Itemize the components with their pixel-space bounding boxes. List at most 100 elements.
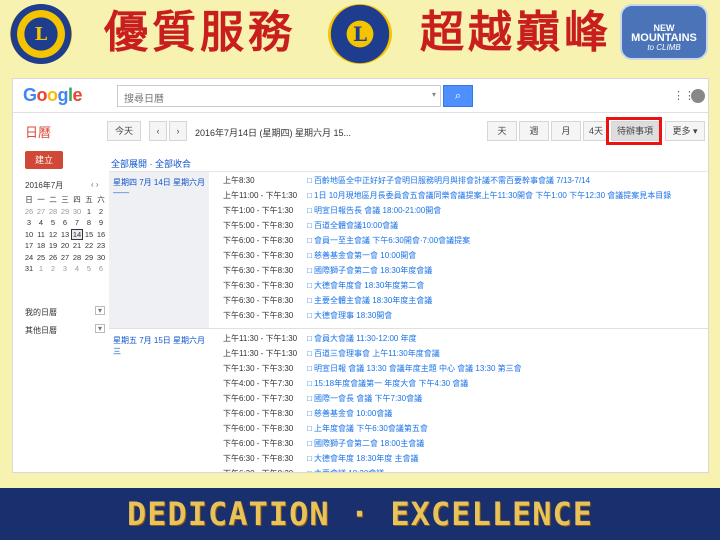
- event-title[interactable]: □ 明宣日報告長 會議 18:00-21:00開會: [307, 205, 441, 216]
- search-button[interactable]: ⌕: [443, 85, 473, 107]
- event-title[interactable]: □ 百齡地區全中正好好子會明日服務明月與排會計議不需百要幹事會議 7/13-7/…: [307, 175, 590, 186]
- mini-calendar-day[interactable]: 1: [83, 206, 95, 218]
- event-title[interactable]: □ 國際獅子會第二會 18:30年度會議: [307, 265, 432, 276]
- agenda-event[interactable]: 下午6:30 - 下午8:30 □ 主要會議 18:30會議: [109, 468, 708, 472]
- agenda-event[interactable]: 下午6:00 - 下午8:30 □ 慈善基金會 10:00會議: [109, 408, 708, 423]
- mini-calendar-day[interactable]: 31: [23, 263, 35, 275]
- mini-calendar-day[interactable]: 19: [47, 240, 59, 252]
- agenda-event[interactable]: 下午6:00 - 下午8:30 □ 上年度會議 下午6:30會議第五會: [109, 423, 708, 438]
- mini-calendar-day[interactable]: 27: [59, 252, 71, 264]
- mini-calendar-day[interactable]: 3: [23, 217, 35, 229]
- next-button[interactable]: ›: [169, 121, 187, 141]
- agenda-event[interactable]: 下午6:30 - 下午8:30 □ 大德會年度會 18:30年度第二會: [109, 280, 708, 295]
- chevron-down-icon[interactable]: ▾: [95, 306, 105, 315]
- event-title[interactable]: □ 明宣日報 會議 13:30 會議年度主題 中心 會議 13:30 第三會: [307, 363, 522, 374]
- event-title[interactable]: □ 百道全體會議10:00會議: [307, 220, 398, 231]
- google-logo[interactable]: Google: [23, 85, 83, 106]
- agenda-event[interactable]: 下午1:00 - 下午1:30 □ 明宣日報告長 會議 18:00-21:00開會: [109, 205, 708, 220]
- mini-calendar-day[interactable]: 4: [35, 217, 47, 229]
- agenda-event[interactable]: 下午6:30 - 下午8:30 □ 主要全體主會議 18:30年度主會議: [109, 295, 708, 310]
- agenda-event[interactable]: 下午6:00 - 下午7:30 □ 國際一會長 會議 下午7:30會議: [109, 393, 708, 408]
- event-title[interactable]: □ 主要全體主會議 18:30年度主會議: [307, 295, 432, 306]
- event-title[interactable]: □ 慈善基金會第一會 10:00開會: [307, 250, 416, 261]
- agenda-event[interactable]: 下午5:00 - 下午8:30 □ 百道全體會議10:00會議: [109, 220, 708, 235]
- mini-calendar-day[interactable]: 30: [71, 206, 83, 218]
- mini-calendar-day[interactable]: 17: [23, 240, 35, 252]
- agenda-event[interactable]: 下午6:30 - 下午8:30 □ 慈善基金會第一會 10:00開會: [109, 250, 708, 265]
- mini-calendar-day[interactable]: 22: [83, 240, 95, 252]
- event-title[interactable]: □ 主要會議 18:30會議: [307, 468, 384, 472]
- agenda-event[interactable]: 上午11:00 - 下午1:30 □ 1日 10月現地區月長委員會五會議同樂會議提…: [109, 190, 708, 205]
- view-month-button[interactable]: 月: [551, 121, 581, 141]
- create-button[interactable]: 建立: [25, 151, 63, 169]
- mini-calendar-day[interactable]: 26: [23, 206, 35, 218]
- mini-calendar-day[interactable]: 7: [71, 217, 83, 229]
- agenda-event[interactable]: 上午11:30 - 下午1:30 □ 會員大會議 11:30-12:00 年度: [109, 333, 708, 348]
- event-title[interactable]: □ 大德會年度會 18:30年度第二會: [307, 280, 424, 291]
- mini-calendar-day[interactable]: 15: [83, 229, 95, 241]
- mini-calendar-nav[interactable]: ‹ ›: [91, 180, 99, 189]
- mini-calendar-day[interactable]: 21: [71, 240, 83, 252]
- mini-calendar-day[interactable]: 18: [35, 240, 47, 252]
- mini-calendar-day[interactable]: 12: [47, 229, 59, 241]
- chevron-down-icon[interactable]: ▾: [432, 90, 436, 99]
- mini-calendar-day[interactable]: 29: [83, 252, 95, 264]
- agenda-event[interactable]: 下午1:30 - 下午3:30 □ 明宣日報 會議 13:30 會議年度主題 中心…: [109, 363, 708, 378]
- agenda-event[interactable]: 下午6:30 - 下午8:30 □ 大德會理事 18:30開會: [109, 310, 708, 325]
- mini-calendar-day[interactable]: 16: [95, 229, 107, 241]
- view-week-button[interactable]: 週: [519, 121, 549, 141]
- mini-calendar-day[interactable]: 25: [35, 252, 47, 264]
- event-title[interactable]: □ 會員大會議 11:30-12:00 年度: [307, 333, 417, 344]
- event-title[interactable]: □ 會員一至主會議 下午6:30開會·7:00會議提案: [307, 235, 470, 246]
- prev-button[interactable]: ‹: [149, 121, 167, 141]
- event-title[interactable]: □ 大德會理事 18:30開會: [307, 310, 392, 321]
- agenda-event[interactable]: 下午6:00 - 下午8:30 □ 會員一至主會議 下午6:30開會·7:00會議…: [109, 235, 708, 250]
- mini-calendar-day[interactable]: 13: [59, 229, 71, 241]
- mini-calendar-day[interactable]: 2: [95, 206, 107, 218]
- event-title[interactable]: □ 1日 10月現地區月長委員會五會議同樂會議提案上午11:30開會 下午1:0…: [307, 190, 671, 201]
- share-icon[interactable]: [691, 89, 705, 103]
- search-input[interactable]: 搜尋日曆 ▾: [117, 85, 441, 107]
- event-title[interactable]: □ 慈善基金會 10:00會議: [307, 408, 392, 419]
- mini-calendar-day[interactable]: 26: [47, 252, 59, 264]
- other-calendars-header[interactable]: 其他日曆: [25, 325, 57, 336]
- event-title[interactable]: □ 15:18年度會議第一 年度大會 下午4:30 會議: [307, 378, 468, 389]
- agenda-event[interactable]: 下午4:00 - 下午7:30 □ 15:18年度會議第一 年度大會 下午4:30…: [109, 378, 708, 393]
- mini-calendar-day[interactable]: 14: [71, 228, 83, 240]
- event-title[interactable]: □ 國際獅子會第二會 18:00主會議: [307, 438, 424, 449]
- mini-calendar-day[interactable]: 6: [59, 217, 71, 229]
- agenda-event[interactable]: 下午6:30 - 下午8:30 □ 國際獅子會第二會 18:30年度會議: [109, 265, 708, 280]
- agenda-event[interactable]: 上午11:30 - 下午1:30 □ 百道三會理事會 上午11:30年度會議: [109, 348, 708, 363]
- mini-calendar-day[interactable]: 29: [59, 206, 71, 218]
- mini-calendar-day[interactable]: 4: [71, 263, 83, 275]
- mini-calendar-day[interactable]: 5: [47, 217, 59, 229]
- mini-calendar-day[interactable]: 2: [47, 263, 59, 275]
- mini-calendar-day[interactable]: 11: [35, 229, 47, 241]
- mini-calendar-day[interactable]: 3: [59, 263, 71, 275]
- mini-calendar-day[interactable]: 20: [59, 240, 71, 252]
- mini-calendar-day[interactable]: 27: [35, 206, 47, 218]
- event-title[interactable]: □ 大德會年度 18:30年度 主會議: [307, 453, 419, 464]
- mini-calendar-day[interactable]: 8: [83, 217, 95, 229]
- more-button[interactable]: 更多 ▾: [665, 121, 705, 141]
- mini-calendar-day[interactable]: 5: [83, 263, 95, 275]
- mini-calendar-day[interactable]: 24: [23, 252, 35, 264]
- my-calendars-header[interactable]: 我的日曆: [25, 307, 57, 318]
- agenda-event[interactable]: 下午6:00 - 下午8:30 □ 國際獅子會第二會 18:00主會議: [109, 438, 708, 453]
- mini-calendar-day[interactable]: 28: [47, 206, 59, 218]
- agenda-event[interactable]: 下午6:30 - 下午8:30 □ 大德會年度 18:30年度 主會議: [109, 453, 708, 468]
- mini-calendar-day[interactable]: 23: [95, 240, 107, 252]
- mini-calendar-day[interactable]: 9: [95, 217, 107, 229]
- event-title[interactable]: □ 百道三會理事會 上午11:30年度會議: [307, 348, 440, 359]
- mini-calendar-day[interactable]: 6: [95, 263, 107, 275]
- mini-calendar-day[interactable]: 10: [23, 229, 35, 241]
- mini-calendar-day[interactable]: 30: [95, 252, 107, 264]
- expand-collapse-links[interactable]: 全部展開 · 全部收合: [111, 157, 191, 170]
- event-title[interactable]: □ 國際一會長 會議 下午7:30會議: [307, 393, 422, 404]
- view-day-button[interactable]: 天: [487, 121, 517, 141]
- mini-calendar-day[interactable]: 28: [71, 252, 83, 264]
- chevron-down-icon[interactable]: ▾: [95, 324, 105, 333]
- mini-calendar-day[interactable]: 1: [35, 263, 47, 275]
- agenda-event[interactable]: 上午8:30 □ 百齡地區全中正好好子會明日服務明月與排會計議不需百要幹事會議 7…: [109, 175, 708, 190]
- event-title[interactable]: □ 上年度會議 下午6:30會議第五會: [307, 423, 428, 434]
